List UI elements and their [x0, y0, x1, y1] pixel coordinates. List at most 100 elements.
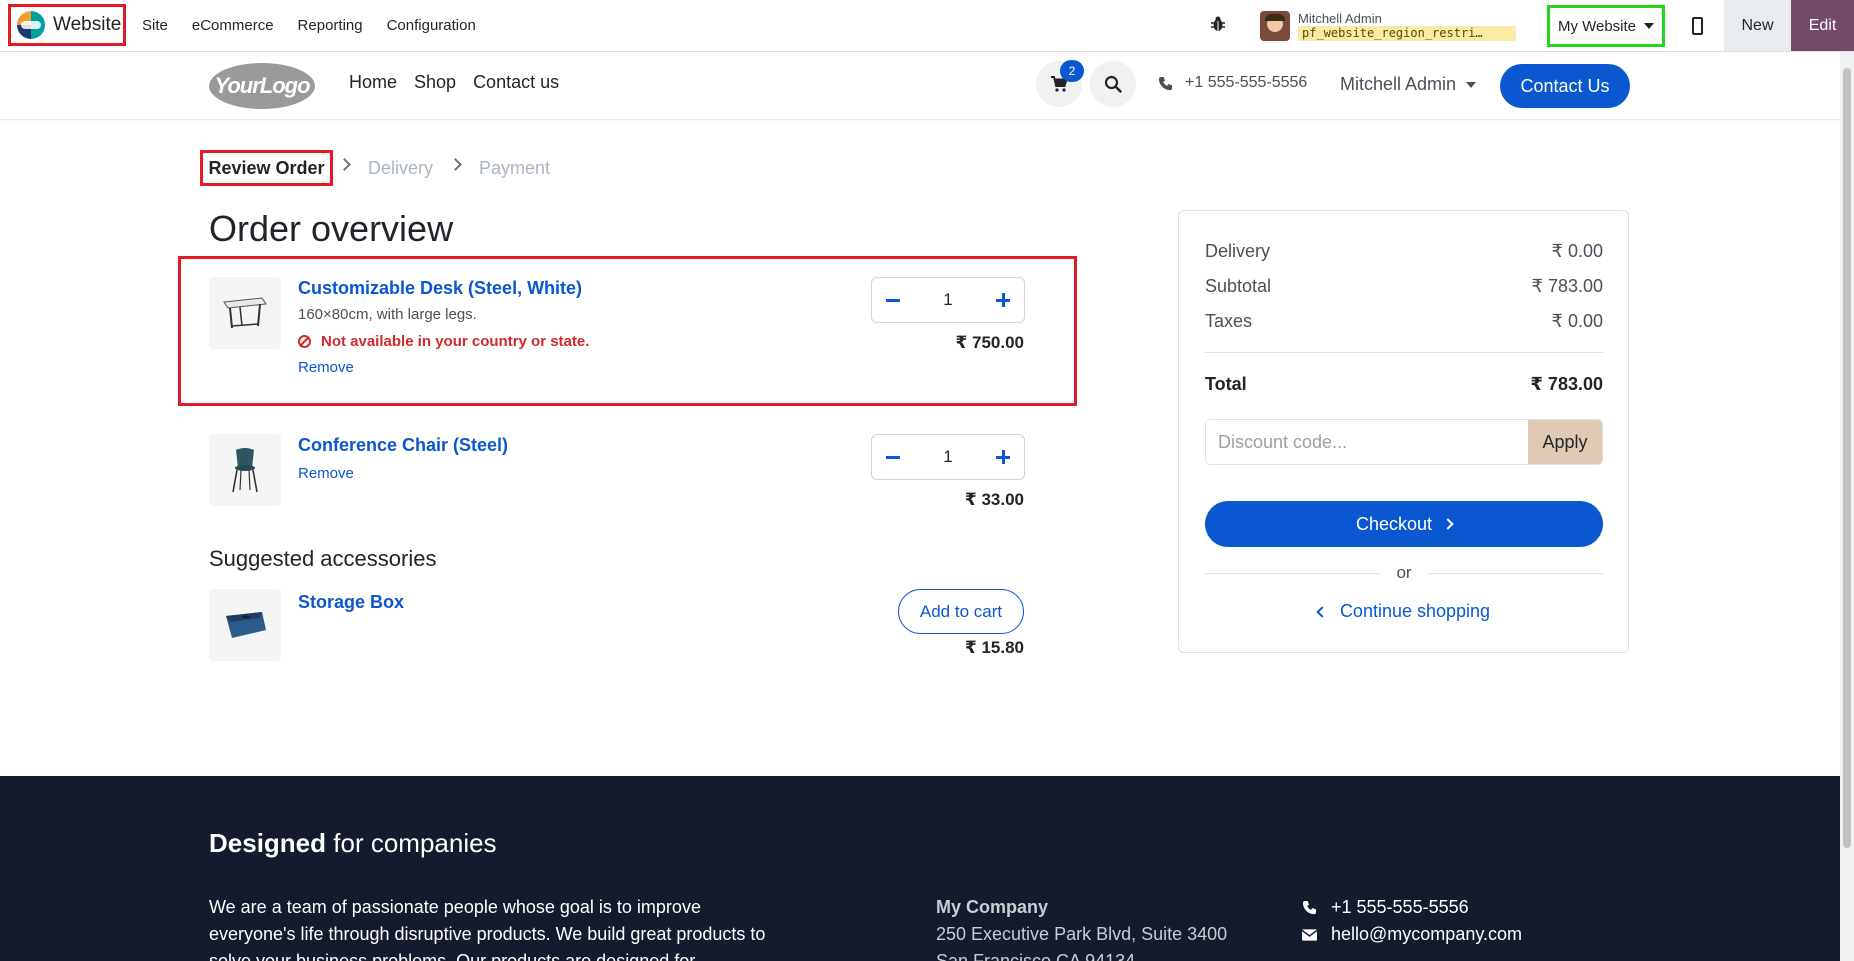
site-logo[interactable]: YourLogo: [209, 63, 315, 109]
product-thumbnail-desk[interactable]: [209, 277, 281, 349]
summary-taxes-row: Taxes ₹ 0.00: [1205, 311, 1603, 332]
app-menu-website[interactable]: Website: [8, 4, 126, 46]
footer-contact: +1 555-555-5556 hello@mycompany.com: [1302, 894, 1522, 948]
cart-item-name[interactable]: Conference Chair (Steel): [298, 435, 508, 456]
website-switcher-label: My Website: [1557, 17, 1637, 35]
taxes-value: ₹ 0.00: [1551, 311, 1604, 331]
contact-us-button[interactable]: Contact Us: [1500, 64, 1630, 108]
edit-button[interactable]: Edit: [1791, 0, 1854, 51]
menu-configuration[interactable]: Configuration: [387, 17, 476, 34]
subtotal-value: ₹ 783.00: [1531, 276, 1603, 296]
summary-total-row: Total ₹ 783.00: [1205, 374, 1603, 395]
caret-down-icon: [1466, 81, 1477, 88]
product-thumbnail-storage-box[interactable]: [209, 589, 281, 661]
site-header: YourLogo Home Shop Contact us 2 +1 555-5…: [0, 52, 1840, 120]
minus-icon[interactable]: [886, 455, 900, 459]
new-button[interactable]: New: [1724, 0, 1791, 51]
menu-site[interactable]: Site: [142, 17, 168, 34]
footer-title-rest: for companies: [326, 828, 497, 858]
delivery-label: Delivery: [1205, 241, 1271, 261]
page-scrollbar[interactable]: [1840, 52, 1854, 961]
remove-item-link[interactable]: Remove: [298, 465, 354, 482]
taxes-label: Taxes: [1205, 311, 1253, 331]
quantity-value[interactable]: 1: [943, 447, 952, 467]
checkout-button[interactable]: Checkout: [1205, 501, 1603, 547]
suggested-item-price: ₹ 15.80: [964, 638, 1024, 657]
site-nav: Home Shop Contact us: [349, 72, 559, 93]
website-app-icon: [17, 11, 45, 39]
user-avatar: [1260, 11, 1290, 41]
admin-navbar: Website Site eCommerce Reporting Configu…: [0, 0, 1854, 52]
footer-address-line1: 250 Executive Park Blvd, Suite 3400: [936, 924, 1228, 944]
database-name: pf_website_region_restri…: [1298, 26, 1516, 41]
or-label: or: [1396, 563, 1412, 582]
apply-discount-button[interactable]: Apply: [1528, 420, 1602, 464]
product-thumbnail-chair[interactable]: [209, 434, 281, 506]
add-to-cart-button[interactable]: Add to cart: [898, 589, 1024, 634]
cart-item-name[interactable]: Customizable Desk (Steel, White): [298, 278, 582, 299]
quantity-value[interactable]: 1: [943, 290, 952, 310]
minus-icon[interactable]: [886, 298, 900, 302]
footer-email-row[interactable]: hello@mycompany.com: [1302, 921, 1522, 948]
phone-icon: [1302, 900, 1317, 915]
suggested-item-name[interactable]: Storage Box: [298, 592, 404, 613]
nav-shop[interactable]: Shop: [414, 72, 456, 93]
discount-code-input[interactable]: [1206, 420, 1528, 464]
quantity-stepper: 1: [871, 434, 1025, 480]
user-name: Mitchell Admin: [1298, 11, 1382, 26]
remove-item-link[interactable]: Remove: [298, 359, 354, 376]
website-switcher[interactable]: My Website: [1547, 5, 1665, 47]
subtotal-label: Subtotal: [1205, 276, 1272, 296]
search-icon: [1104, 75, 1122, 93]
chevron-right-icon: [1442, 518, 1454, 530]
footer-company-name: My Company: [936, 897, 1049, 917]
total-label: Total: [1205, 374, 1247, 394]
ban-icon: [298, 335, 311, 348]
plus-icon[interactable]: [996, 450, 1010, 464]
footer-title-bold: Designed: [209, 828, 327, 858]
discount-group: Apply: [1205, 419, 1603, 465]
admin-menu: Site eCommerce Reporting Configuration: [142, 0, 476, 50]
quantity-stepper: 1: [871, 277, 1025, 323]
summary-delivery-row: Delivery ₹ 0.00: [1205, 241, 1603, 262]
cart-item-price: ₹ 33.00: [964, 490, 1024, 509]
continue-shopping-label: Continue shopping: [1339, 601, 1491, 621]
scrollbar-thumb[interactable]: [1843, 68, 1851, 848]
site-logo-text: YourLogo: [214, 73, 310, 98]
menu-reporting[interactable]: Reporting: [298, 17, 363, 34]
unavailable-warning-text: Not available in your country or state.: [321, 333, 590, 350]
page-title: Order overview: [209, 208, 454, 249]
user-menu-admin[interactable]: Mitchell Admin pf_website_region_restri…: [1260, 9, 1516, 43]
menu-ecommerce[interactable]: eCommerce: [192, 17, 274, 34]
nav-home[interactable]: Home: [349, 72, 397, 93]
phone-icon: [1158, 76, 1173, 90]
footer-title: Designed for companies: [209, 828, 497, 859]
envelope-icon: [1302, 928, 1317, 941]
footer-address-line2: San Francisco CA 94134: [936, 951, 1136, 961]
suggested-accessories-title: Suggested accessories: [209, 546, 437, 571]
delivery-value: ₹ 0.00: [1551, 241, 1604, 261]
or-divider: or: [1205, 563, 1603, 583]
storage-box-image: [226, 612, 266, 638]
plus-icon[interactable]: [996, 293, 1010, 307]
step-delivery: Delivery: [368, 158, 434, 178]
cart-count-badge: 2: [1060, 60, 1084, 82]
step-payment: Payment: [479, 158, 551, 178]
checkout-label: Checkout: [1355, 513, 1433, 534]
footer-phone-row[interactable]: +1 555-555-5556: [1302, 894, 1522, 921]
site-user-dropdown[interactable]: Mitchell Admin: [1340, 74, 1477, 95]
continue-shopping-link[interactable]: Continue shopping: [1205, 601, 1603, 622]
desk-image: [223, 297, 267, 329]
nav-contact-us[interactable]: Contact us: [473, 72, 559, 93]
unavailable-warning: Not available in your country or state.: [298, 333, 589, 350]
cart-item-description: 160×80cm, with large legs.: [298, 306, 477, 323]
step-review-order[interactable]: Review Order: [200, 150, 333, 186]
footer-phone: +1 555-555-5556: [1331, 897, 1469, 917]
search-button[interactable]: [1090, 61, 1136, 107]
debug-bug-icon[interactable]: [1209, 15, 1227, 33]
header-phone-number: +1 555-555-5556: [1185, 74, 1308, 91]
divider: [1205, 352, 1603, 353]
mobile-preview-button[interactable]: [1672, 0, 1722, 51]
header-phone[interactable]: +1 555-555-5556: [1158, 74, 1307, 92]
order-summary-card: Delivery ₹ 0.00 Subtotal ₹ 783.00 Taxes …: [1178, 210, 1629, 653]
